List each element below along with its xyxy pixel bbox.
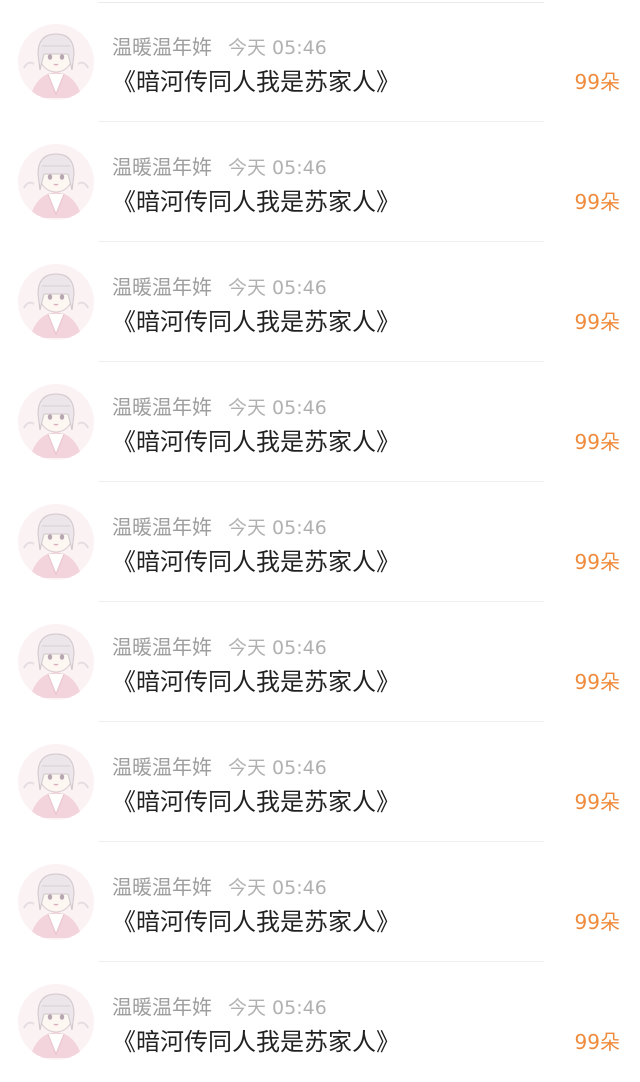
anime-girl-avatar-icon [18,504,94,580]
list-item[interactable]: 温暖温年姩 今天 05:46 《暗河传同人我是苏家人》 99朵 [0,2,640,122]
user-name[interactable]: 温暖温年姩 [112,395,212,419]
list-item[interactable]: 温暖温年姩 今天 05:46 《暗河传同人我是苏家人》 99朵 [0,962,640,1082]
avatar[interactable] [18,504,94,580]
list-item[interactable]: 温暖温年姩 今天 05:46 《暗河传同人我是苏家人》 99朵 [0,602,640,722]
user-name[interactable]: 温暖温年姩 [112,995,212,1019]
timestamp: 今天 05:46 [228,397,327,419]
list-item[interactable]: 温暖温年姩 今天 05:46 《暗河传同人我是苏家人》 99朵 [0,242,640,362]
timestamp: 今天 05:46 [228,157,327,179]
anime-girl-avatar-icon [18,264,94,340]
avatar[interactable] [18,984,94,1060]
avatar[interactable] [18,864,94,940]
avatar[interactable] [18,744,94,820]
item-meta: 温暖温年姩 今天 05:46 [112,752,327,782]
anime-girl-avatar-icon [18,744,94,820]
flower-count: 99朵 [574,310,620,334]
timestamp: 今天 05:46 [228,997,327,1019]
flower-count: 99朵 [574,910,620,934]
timestamp: 今天 05:46 [228,637,327,659]
user-name[interactable]: 温暖温年姩 [112,755,212,779]
book-title[interactable]: 《暗河传同人我是苏家人》 [112,184,400,220]
book-title[interactable]: 《暗河传同人我是苏家人》 [112,304,400,340]
item-meta: 温暖温年姩 今天 05:46 [112,32,327,62]
item-meta: 温暖温年姩 今天 05:46 [112,632,327,662]
avatar[interactable] [18,144,94,220]
list-item[interactable]: 温暖温年姩 今天 05:46 《暗河传同人我是苏家人》 99朵 [0,122,640,242]
list-item[interactable]: 温暖温年姩 今天 05:46 《暗河传同人我是苏家人》 99朵 [0,842,640,962]
item-meta: 温暖温年姩 今天 05:46 [112,512,327,542]
avatar[interactable] [18,384,94,460]
flower-count: 99朵 [574,670,620,694]
timestamp: 今天 05:46 [228,757,327,779]
book-title[interactable]: 《暗河传同人我是苏家人》 [112,64,400,100]
book-title[interactable]: 《暗河传同人我是苏家人》 [112,664,400,700]
flower-count: 99朵 [574,790,620,814]
anime-girl-avatar-icon [18,384,94,460]
avatar[interactable] [18,24,94,100]
flower-count: 99朵 [574,1030,620,1054]
anime-girl-avatar-icon [18,984,94,1060]
item-meta: 温暖温年姩 今天 05:46 [112,272,327,302]
user-name[interactable]: 温暖温年姩 [112,515,212,539]
flower-count: 99朵 [574,70,620,94]
anime-girl-avatar-icon [18,144,94,220]
timestamp: 今天 05:46 [228,277,327,299]
book-title[interactable]: 《暗河传同人我是苏家人》 [112,1024,400,1060]
avatar[interactable] [18,264,94,340]
user-name[interactable]: 温暖温年姩 [112,155,212,179]
flower-count: 99朵 [574,190,620,214]
list-item[interactable]: 温暖温年姩 今天 05:46 《暗河传同人我是苏家人》 99朵 [0,722,640,842]
item-meta: 温暖温年姩 今天 05:46 [112,992,327,1022]
user-name[interactable]: 温暖温年姩 [112,875,212,899]
flower-count: 99朵 [574,430,620,454]
timestamp: 今天 05:46 [228,37,327,59]
anime-girl-avatar-icon [18,24,94,100]
item-meta: 温暖温年姩 今天 05:46 [112,152,327,182]
anime-girl-avatar-icon [18,864,94,940]
item-meta: 温暖温年姩 今天 05:46 [112,872,327,902]
gift-record-list: 温暖温年姩 今天 05:46 《暗河传同人我是苏家人》 99朵 温暖温年姩 今天 0… [0,0,640,1082]
anime-girl-avatar-icon [18,624,94,700]
avatar[interactable] [18,624,94,700]
user-name[interactable]: 温暖温年姩 [112,35,212,59]
timestamp: 今天 05:46 [228,877,327,899]
flower-count: 99朵 [574,550,620,574]
user-name[interactable]: 温暖温年姩 [112,635,212,659]
timestamp: 今天 05:46 [228,517,327,539]
user-name[interactable]: 温暖温年姩 [112,275,212,299]
list-item[interactable]: 温暖温年姩 今天 05:46 《暗河传同人我是苏家人》 99朵 [0,362,640,482]
book-title[interactable]: 《暗河传同人我是苏家人》 [112,784,400,820]
book-title[interactable]: 《暗河传同人我是苏家人》 [112,904,400,940]
item-meta: 温暖温年姩 今天 05:46 [112,392,327,422]
book-title[interactable]: 《暗河传同人我是苏家人》 [112,424,400,460]
list-item[interactable]: 温暖温年姩 今天 05:46 《暗河传同人我是苏家人》 99朵 [0,482,640,602]
book-title[interactable]: 《暗河传同人我是苏家人》 [112,544,400,580]
